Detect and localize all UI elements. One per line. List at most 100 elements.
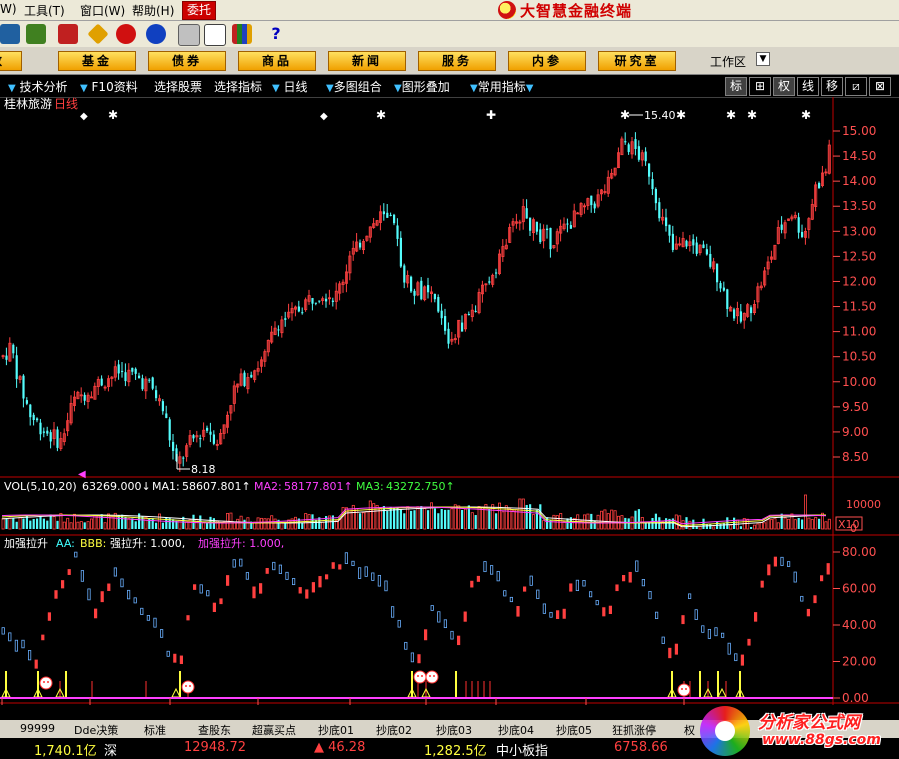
ind-bar xyxy=(734,653,738,662)
func-select-stock[interactable]: 选择股票 xyxy=(154,78,202,95)
diamond-icon[interactable] xyxy=(87,23,109,45)
volume-bar xyxy=(590,513,593,529)
ind-bar xyxy=(34,659,38,669)
func-multi-chart[interactable]: ▼多图组合 xyxy=(326,78,382,95)
candle-body xyxy=(525,208,528,219)
tab-buy-point[interactable]: 超赢买点 xyxy=(252,722,296,738)
entrust-button[interactable]: 委托 xyxy=(182,1,216,20)
toggle-mark[interactable]: 标 xyxy=(725,77,747,96)
layout-icon[interactable] xyxy=(178,24,200,46)
tab-shareholder[interactable]: 查股东 xyxy=(198,722,231,738)
menu-item-help[interactable]: 帮助(H) xyxy=(132,2,174,19)
alarm-icon[interactable] xyxy=(26,24,46,44)
nav-button-bond[interactable]: 债券 xyxy=(148,51,226,71)
ind-bar xyxy=(265,568,269,574)
price-axis-label: 15.00 xyxy=(842,124,876,138)
period-label: 日线 xyxy=(54,97,78,111)
red-ball-icon[interactable] xyxy=(116,24,136,44)
nav-button-research[interactable]: 研究室 xyxy=(598,51,676,71)
sz-label[interactable]: 深 xyxy=(104,740,117,759)
volume-bar xyxy=(461,509,464,529)
func-select-indicator[interactable]: 选择指标 xyxy=(214,78,262,95)
volume-bar xyxy=(814,517,818,530)
volume-bar xyxy=(423,508,427,530)
candle-body xyxy=(131,367,134,372)
window-icon[interactable] xyxy=(204,24,226,46)
toggle-move[interactable]: 移 xyxy=(821,77,843,96)
menu-item-window[interactable]: 窗口(W) xyxy=(80,2,125,19)
volume-bar xyxy=(722,523,725,529)
tab-limit-up[interactable]: 狂抓涨停 xyxy=(612,722,656,738)
ind-bar xyxy=(780,556,784,566)
volume-bar xyxy=(321,521,325,530)
toggle-rights[interactable]: 权 xyxy=(773,77,795,96)
menu-item-partial[interactable]: W) xyxy=(0,2,17,16)
ind-axis-label: 40.00 xyxy=(842,618,876,632)
books-icon[interactable] xyxy=(232,24,252,44)
nav-button-news[interactable]: 新闻 xyxy=(328,51,406,71)
dropdown-icon: ▼ xyxy=(525,83,534,94)
ind-bar xyxy=(61,580,65,589)
chart-area[interactable]: 15.00 14.50 14.00 13.50 13.00 12.50 12.00 11.50… xyxy=(0,96,899,719)
candle-body xyxy=(117,364,120,374)
help-cursor-icon[interactable]: ? xyxy=(266,24,286,44)
ind-bar xyxy=(410,652,415,663)
func-f10[interactable]: ▼ F10资料 xyxy=(80,78,138,95)
ind-bar xyxy=(41,634,45,641)
volume-bar xyxy=(746,518,750,530)
sme-label[interactable]: 中小板指 xyxy=(496,740,548,759)
nav-button-service[interactable]: 服务 xyxy=(418,51,496,71)
dropdown-icon: ▼ xyxy=(272,83,280,94)
candle-body xyxy=(413,290,416,296)
volume-bar xyxy=(157,513,161,530)
nav-button-insider[interactable]: 内参 xyxy=(508,51,586,71)
volume-bar xyxy=(447,509,450,529)
tab-bottom02[interactable]: 抄底02 xyxy=(376,722,412,738)
ind-bar xyxy=(258,583,263,594)
vol-ma3-label: MA3: xyxy=(356,480,384,493)
ind-bar xyxy=(278,564,283,574)
nav-button-fund[interactable]: 基金 xyxy=(58,51,136,71)
toggle-zoom[interactable]: ⧄ xyxy=(845,77,867,96)
volume-bar xyxy=(759,521,763,530)
tab-bottom01[interactable]: 抄底01 xyxy=(318,722,354,738)
ind-bar xyxy=(569,583,573,592)
tab-dde[interactable]: Dde决策 xyxy=(74,722,118,738)
tab-rights[interactable]: 权 xyxy=(684,722,695,738)
nav-button-commodity[interactable]: 商品 xyxy=(238,51,316,71)
kline-chart-svg[interactable]: 15.00 14.50 14.00 13.50 13.00 12.50 12.00 11.50… xyxy=(0,96,899,719)
volume-bar xyxy=(144,516,148,530)
volume-bar xyxy=(427,510,430,529)
volume-bar xyxy=(529,504,532,529)
func-overlay[interactable]: ▼图形叠加 xyxy=(394,78,450,95)
toggle-line[interactable]: 线 xyxy=(797,77,819,96)
workarea-label[interactable]: 工作区 xyxy=(710,53,746,70)
ind-bar xyxy=(8,632,12,642)
candle-body xyxy=(726,289,729,309)
network-icon[interactable] xyxy=(0,24,20,44)
tab-99999[interactable]: 99999 xyxy=(20,722,55,735)
toggle-grid[interactable]: ⊞ xyxy=(749,77,771,96)
volume-bar xyxy=(807,517,811,530)
candle-body xyxy=(250,374,253,378)
func-technical[interactable]: ▼ 技术分析 xyxy=(8,78,68,95)
tab-bottom03[interactable]: 抄底03 xyxy=(436,722,472,738)
price-axis-label: 9.50 xyxy=(842,400,869,414)
func-common-indicator[interactable]: ▼常用指标▼ xyxy=(470,78,533,95)
tab-bottom05[interactable]: 抄底05 xyxy=(556,722,592,738)
candle-body xyxy=(121,370,124,372)
toggle-close[interactable]: ⊠ xyxy=(869,77,891,96)
func-daily[interactable]: ▼ 日线 xyxy=(272,78,308,95)
order-icon[interactable] xyxy=(58,24,78,44)
menu-item-tools[interactable]: 工具(T) xyxy=(24,2,65,19)
volume-bar xyxy=(681,520,685,530)
ind-bar xyxy=(608,605,613,615)
volume-bar xyxy=(709,524,712,529)
candle-body xyxy=(386,212,389,218)
blue-ball-icon[interactable] xyxy=(146,24,166,44)
tab-standard[interactable]: 标准 xyxy=(144,722,166,738)
ind-bar xyxy=(773,556,778,567)
workarea-dropdown-icon[interactable]: ▼ xyxy=(756,52,770,66)
nav-button-index[interactable]: 指数 xyxy=(0,51,22,71)
tab-bottom04[interactable]: 抄底04 xyxy=(498,722,534,738)
